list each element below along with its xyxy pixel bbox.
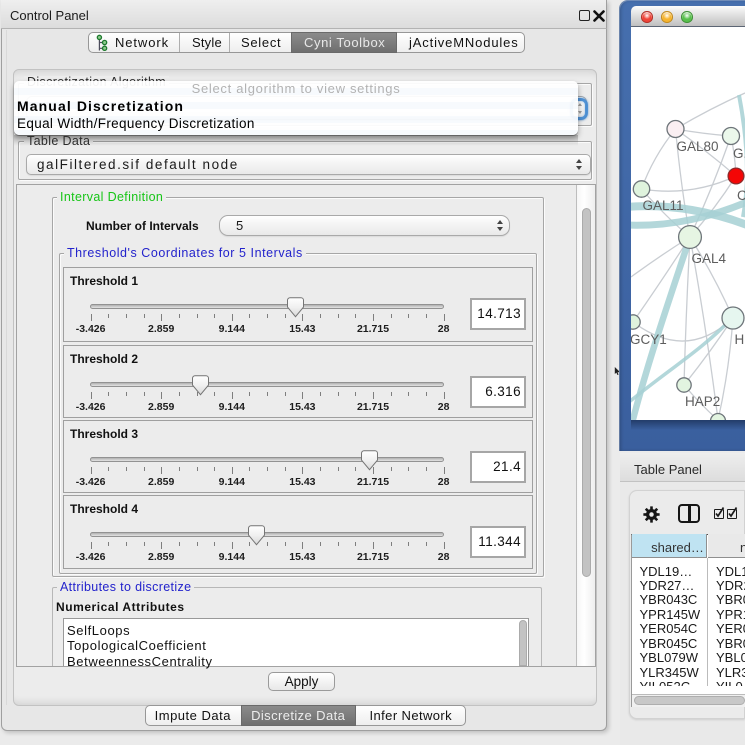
svg-text:G.: G.	[733, 146, 745, 161]
svg-text:H: H	[735, 332, 745, 347]
svg-text:GAL11: GAL11	[643, 198, 684, 213]
svg-text:GCY1: GCY1	[631, 332, 667, 347]
svg-text:GAL4: GAL4	[692, 251, 727, 266]
svg-text:C: C	[737, 188, 745, 203]
svg-text:GAL80: GAL80	[677, 139, 719, 154]
svg-text:HAP2: HAP2	[685, 394, 720, 409]
